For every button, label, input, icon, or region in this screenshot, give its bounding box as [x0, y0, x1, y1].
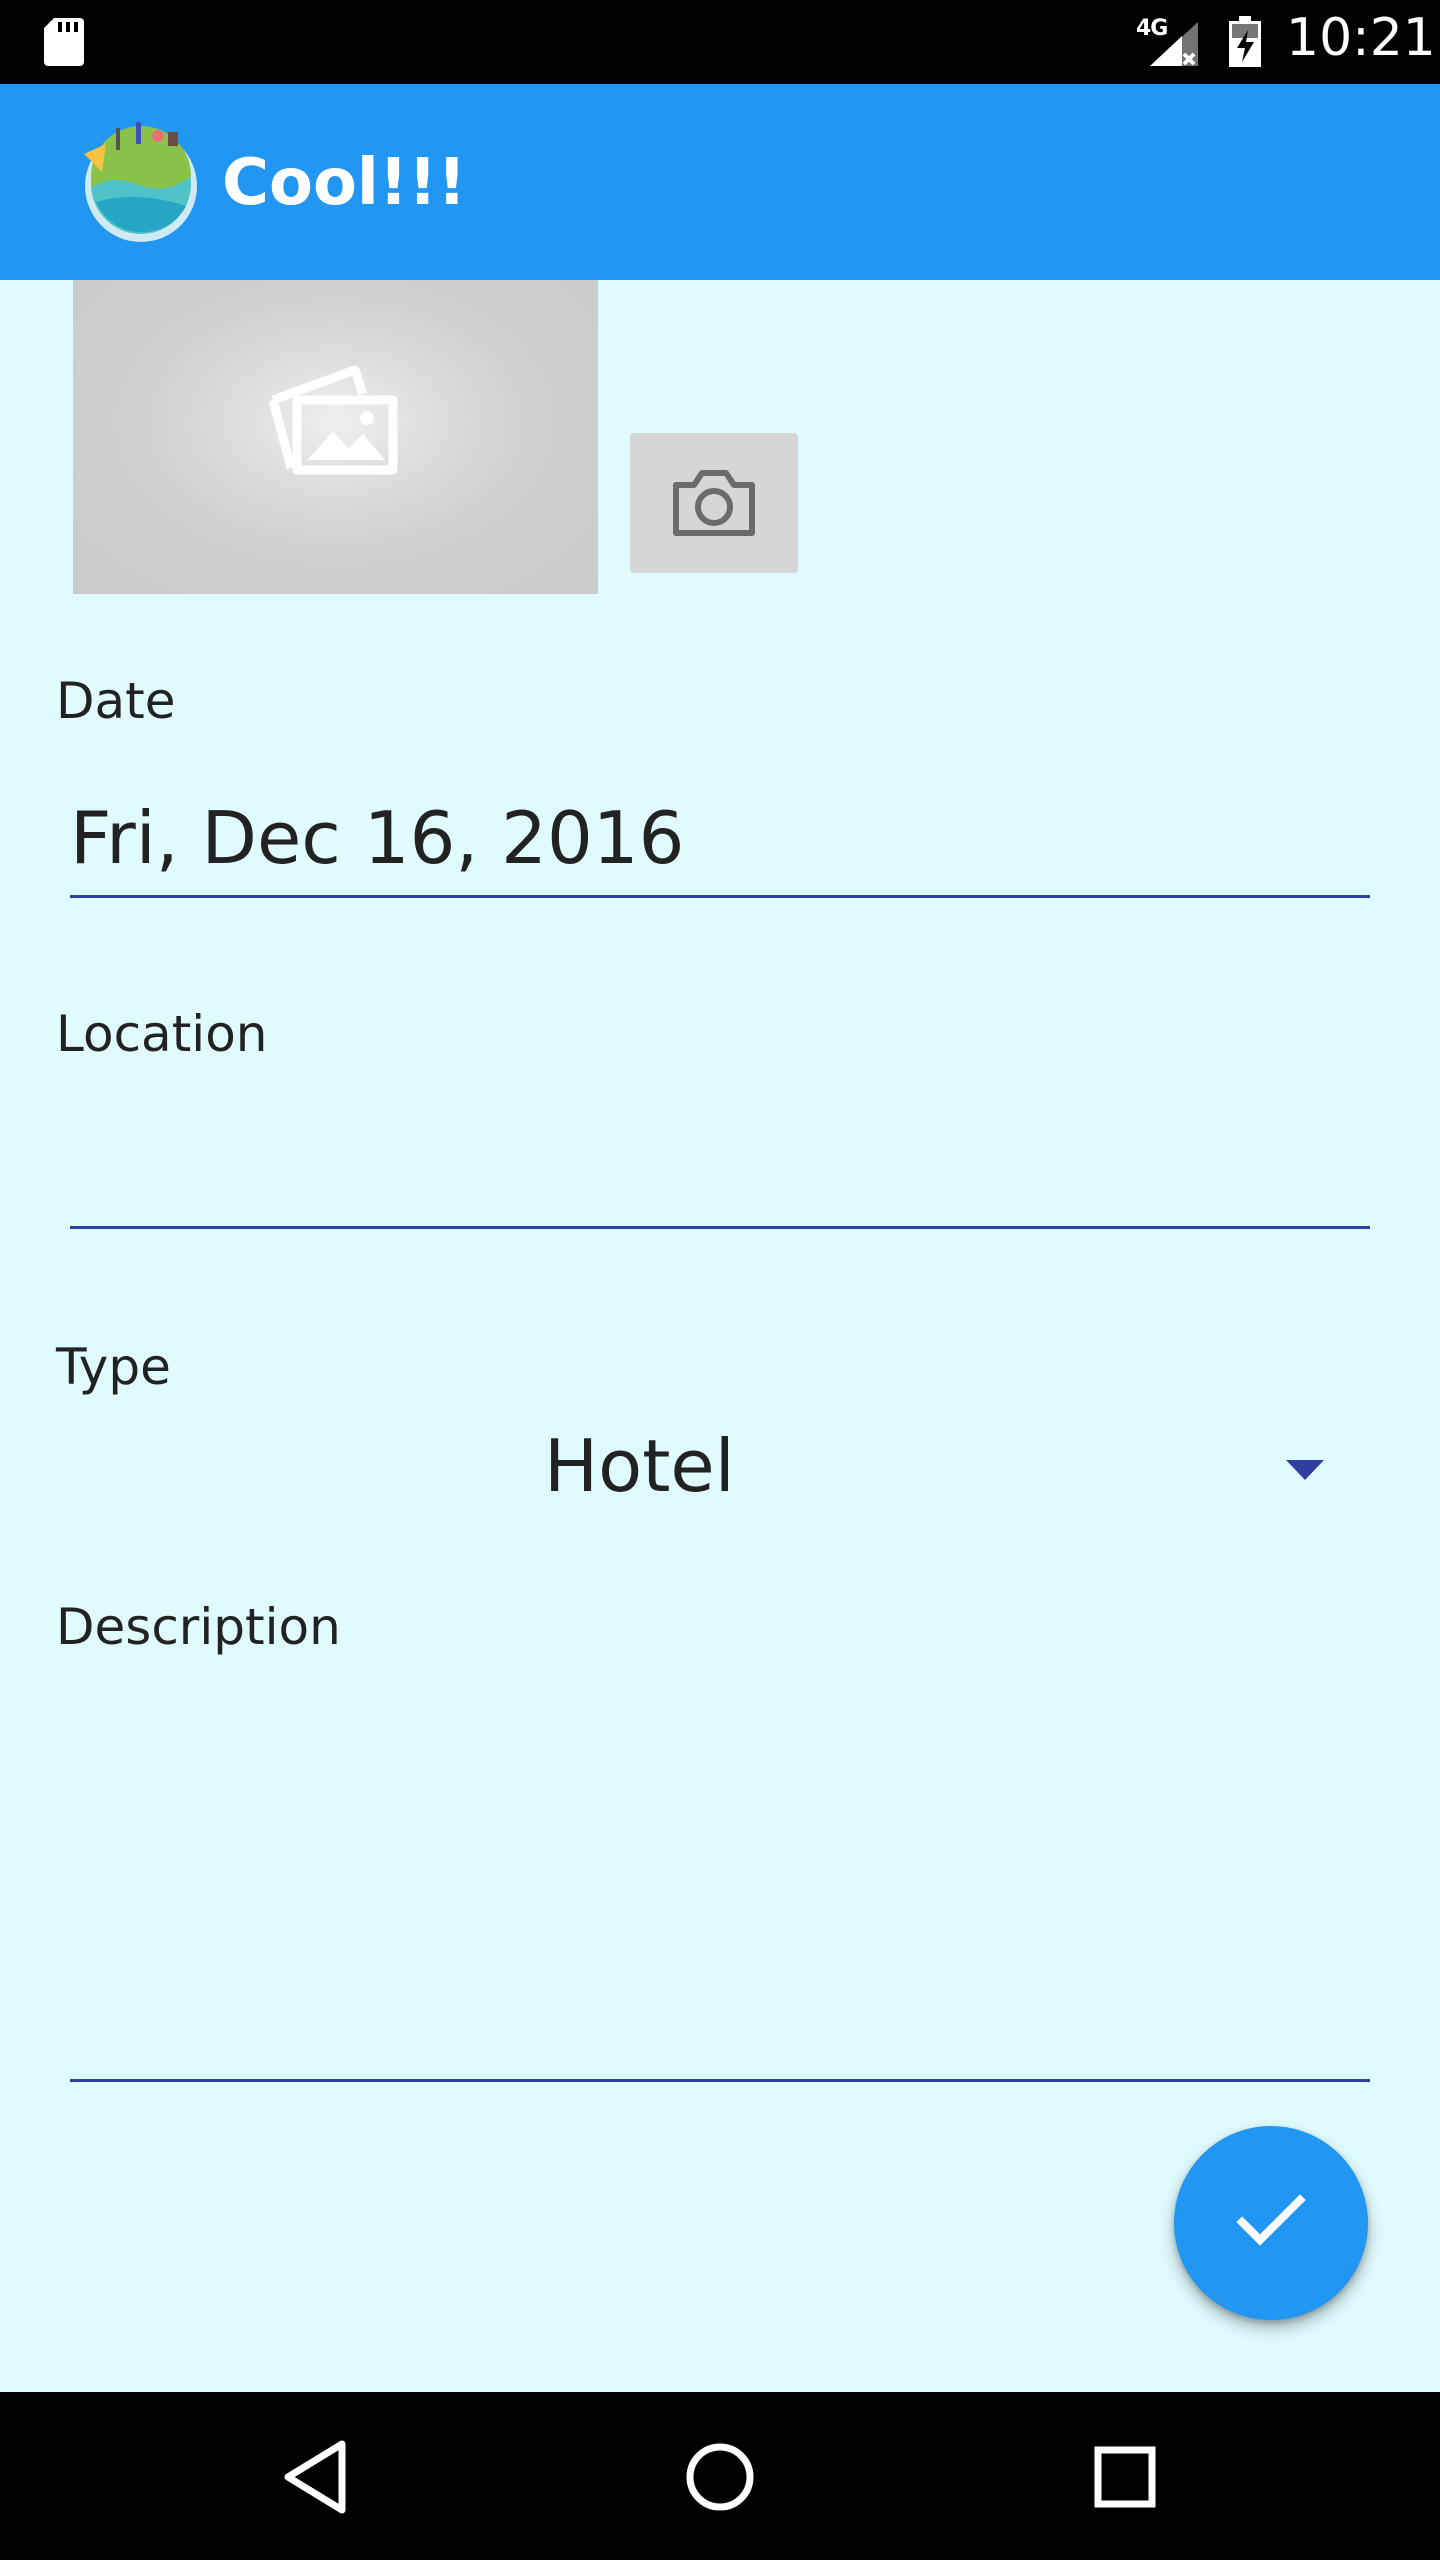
back-triangle-icon[interactable]: [270, 2432, 360, 2522]
app-logo-icon: [84, 122, 197, 242]
location-field-underline: [70, 1226, 1370, 1229]
sd-card-icon: [44, 18, 84, 66]
date-field-underline: [70, 895, 1370, 898]
camera-button[interactable]: [630, 433, 798, 573]
description-field-underline: [70, 2079, 1370, 2082]
app-title: Cool!!!: [222, 146, 467, 220]
location-label: Location: [56, 1005, 268, 1063]
check-icon: [1236, 2194, 1306, 2246]
description-field[interactable]: [70, 1680, 1370, 2080]
image-placeholder-icon: [268, 365, 398, 475]
type-spinner[interactable]: Hotel: [56, 1410, 1356, 1540]
home-circle-icon[interactable]: [675, 2432, 765, 2522]
signal-icon: [1150, 22, 1198, 66]
photo-preview[interactable]: [73, 280, 598, 594]
location-field[interactable]: [70, 1100, 1370, 1220]
recents-square-icon[interactable]: [1080, 2432, 1170, 2522]
system-navigation-bar: [0, 2392, 1440, 2560]
screen: 4G 10:21 Cool!!! Date Fri, Dec 16, 2016 …: [0, 0, 1440, 2560]
description-label: Description: [56, 1598, 341, 1656]
battery-charging-icon: [1229, 16, 1261, 67]
dropdown-arrow-icon: [1286, 1460, 1324, 1480]
save-fab-button[interactable]: [1174, 2126, 1368, 2320]
type-label: Type: [56, 1338, 171, 1396]
camera-icon: [673, 470, 755, 536]
date-field[interactable]: Fri, Dec 16, 2016: [70, 796, 684, 880]
date-label: Date: [56, 672, 176, 730]
status-bar: 4G 10:21: [0, 0, 1440, 84]
clock: 10:21: [1286, 8, 1436, 68]
type-spinner-value: Hotel: [544, 1424, 735, 1508]
app-bar: Cool!!!: [0, 84, 1440, 280]
